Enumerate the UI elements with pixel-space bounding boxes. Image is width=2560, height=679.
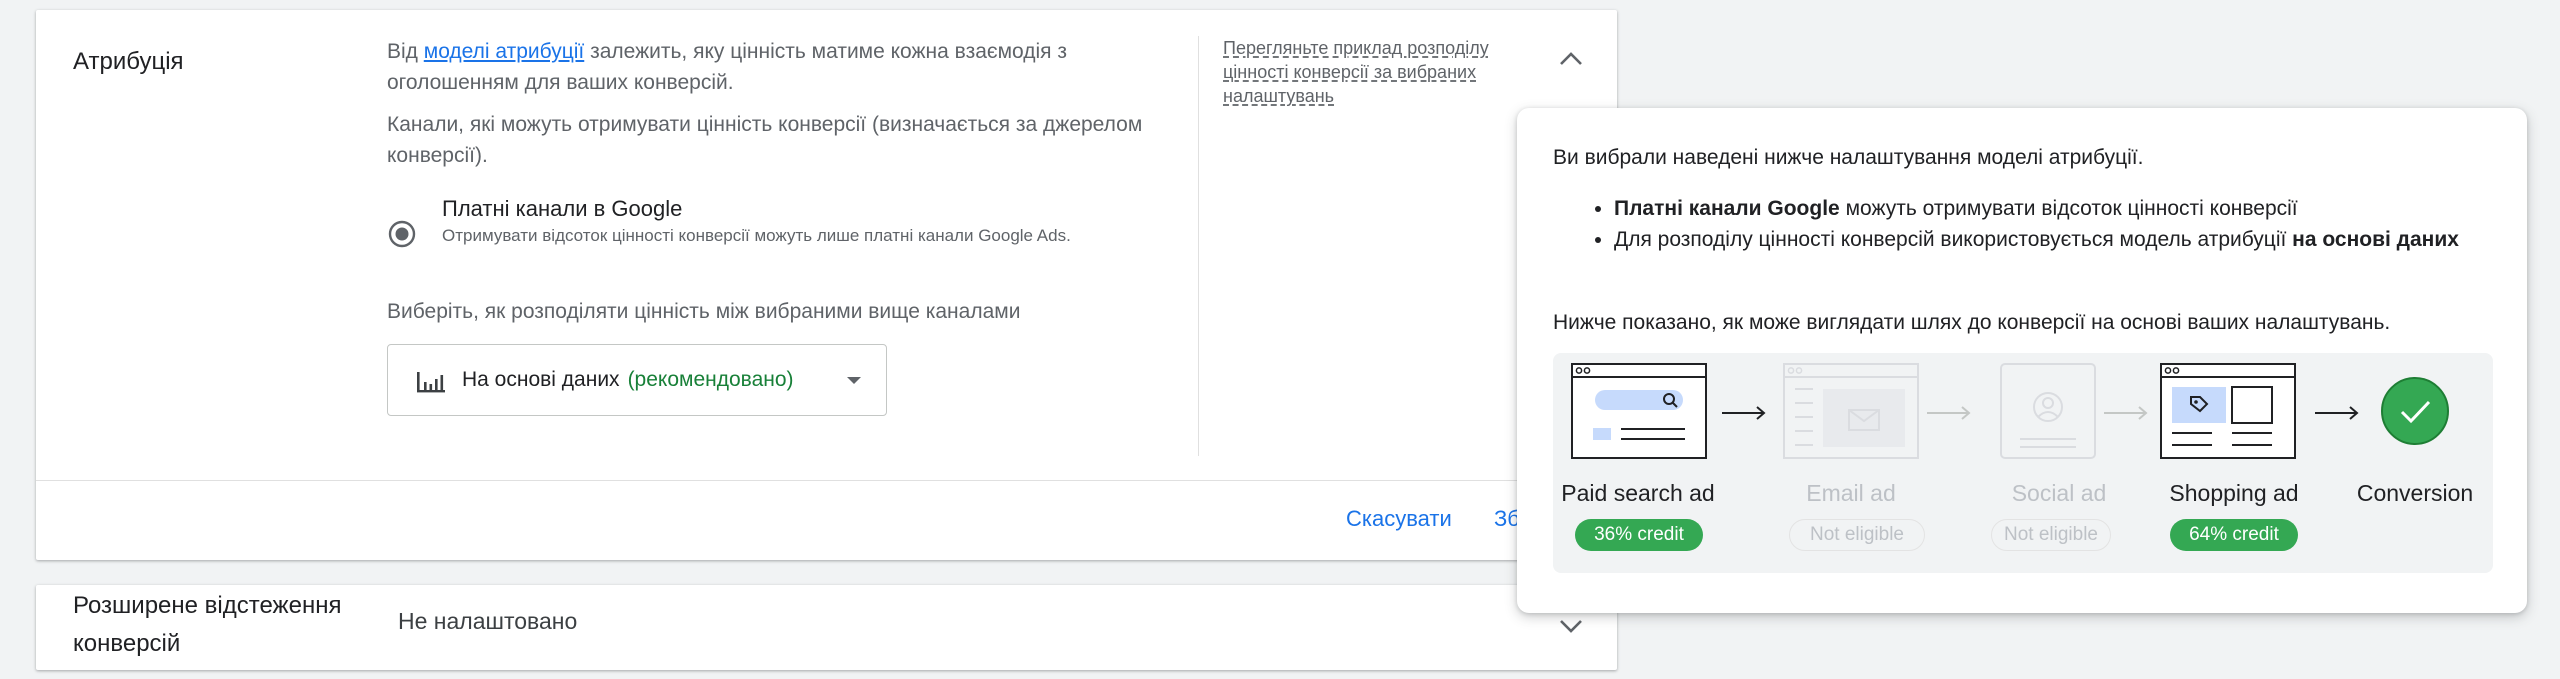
list-item: Платні канали Google можуть отримувати в… <box>1614 193 2560 224</box>
bullet-text: можуть отримувати відсоток цінності конв… <box>1839 197 2298 220</box>
path-step-shopping: Shopping ad 64% credit <box>2149 353 2319 573</box>
footer-divider <box>36 480 1617 481</box>
step-label: Shopping ad <box>2169 480 2299 506</box>
option-subtitle: Отримувати відсоток цінності конверсії м… <box>442 226 1071 245</box>
save-button[interactable]: Зб <box>1494 506 1520 532</box>
distribution-label: Виберіть, як розподіляти цінність між ви… <box>387 300 1021 323</box>
caret-down-icon <box>847 377 861 384</box>
vertical-divider <box>1198 36 1199 456</box>
dropdown-selected-label: На основі даних <box>462 368 620 391</box>
recommended-tag: (рекомендовано) <box>627 368 794 391</box>
credit-badge: Not eligible <box>1789 519 1925 551</box>
attribution-description: Від моделі атрибуції залежить, яку цінні… <box>387 36 1157 98</box>
conversion-path: Paid search ad 36% credit Email ad Not e… <box>1553 353 2493 573</box>
radio-selected-icon[interactable] <box>388 220 416 248</box>
list-item: Для розподілу цінності конверсій викорис… <box>1614 224 2560 255</box>
option-title: Платні канали в Google <box>442 196 683 221</box>
shopping-ad-icon <box>2160 363 2296 459</box>
row-title: Розширене відстеження конверсій <box>73 592 342 657</box>
row-value: Не налаштовано <box>398 608 578 634</box>
cancel-button[interactable]: Скасувати <box>1346 506 1452 532</box>
settings-list: Платні канали Google можуть отримувати в… <box>1553 193 2560 255</box>
example-distribution-link[interactable]: Перегляньте приклад розподілу цінності к… <box>1223 36 1523 108</box>
credit-badge: 64% credit <box>2170 519 2298 551</box>
enhanced-conversions-row[interactable]: Розширене відстеження конверсій Не налаш… <box>36 585 1617 670</box>
path-step-email: Email ad Not eligible <box>1766 353 1936 573</box>
email-ad-icon <box>1783 363 1919 459</box>
credit-badge: 36% credit <box>1575 519 1703 551</box>
step-label: Paid search ad <box>1561 480 1715 506</box>
channels-description: Канали, які можуть отримувати цінність к… <box>387 113 1143 167</box>
arrow-right-icon <box>1722 406 1766 420</box>
description-prefix: Від <box>387 40 424 63</box>
bullet-bold: на основі даних <box>2292 228 2459 251</box>
attribution-model-dropdown[interactable]: На основі даних (рекомендовано) <box>387 344 887 416</box>
data-driven-bars-icon <box>417 372 445 393</box>
step-label: Email ad <box>1806 480 1896 506</box>
bullet-bold: Платні канали Google <box>1614 197 1840 220</box>
step-label: Social ad <box>2011 480 2107 506</box>
arrow-right-icon <box>2104 406 2148 420</box>
step-label: Conversion <box>2356 480 2474 506</box>
path-step-conversion: Conversion <box>2336 353 2494 573</box>
chevron-up-icon[interactable] <box>1556 44 1586 74</box>
path-step-social: Social ad Not eligible <box>1974 353 2144 573</box>
path-step-paid-search: Paid search ad 36% credit <box>1553 353 1723 573</box>
popover-intro: Ви вибрали наведені нижче налаштування м… <box>1553 146 2144 169</box>
chevron-down-icon[interactable] <box>1556 611 1586 641</box>
social-ad-icon <box>2000 363 2096 459</box>
attribution-card: Атрибуція Від моделі атрибуції залежить,… <box>36 10 1617 560</box>
credit-badge: Not eligible <box>1991 519 2111 551</box>
bullet-text: Для розподілу цінності конверсій викорис… <box>1614 228 2293 251</box>
search-ad-icon <box>1571 363 1707 459</box>
section-title: Атрибуція <box>73 48 184 75</box>
attribution-model-link[interactable]: моделі атрибуції <box>424 40 584 63</box>
attribution-example-popover: Ви вибрали наведені нижче налаштування м… <box>1517 108 2527 613</box>
checkmark-icon <box>2381 377 2449 445</box>
dropdown-value: На основі даних (рекомендовано) <box>462 368 794 392</box>
arrow-right-icon <box>1927 406 1971 420</box>
path-description: Нижче показано, як може виглядати шлях д… <box>1553 311 2391 334</box>
